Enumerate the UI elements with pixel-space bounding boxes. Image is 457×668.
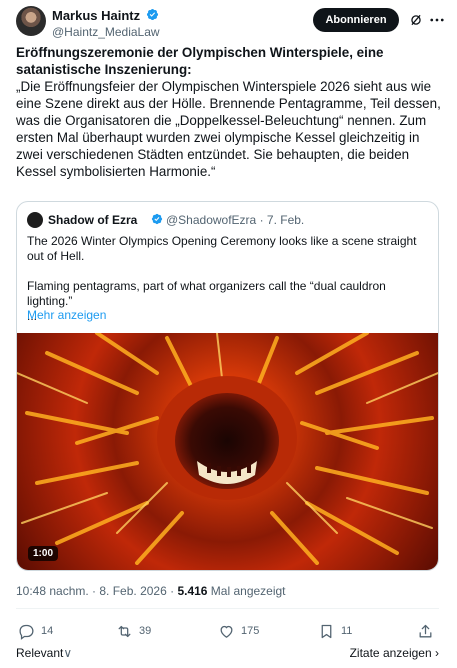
quoted-tweet[interactable]: Shadow of Ezra @ShadowofEzra · 7. Feb. T… <box>16 201 439 571</box>
reply-button[interactable]: 14 <box>18 620 53 642</box>
chevron-right-icon: › <box>435 646 439 660</box>
video-duration: 1:00 <box>28 546 59 561</box>
share-button[interactable] <box>417 620 434 642</box>
author-handle[interactable]: @Haintz_MediaLaw <box>52 25 160 39</box>
action-bar: 14 39 175 11 <box>16 620 439 642</box>
views-label: Mal angezeigt <box>207 584 286 598</box>
repost-icon <box>118 625 131 637</box>
author-name[interactable]: Markus Haintz <box>52 8 140 23</box>
video-thumbnail <box>17 333 438 565</box>
tweet-header: Markus Haintz @Haintz_MediaLaw Abonniere… <box>16 6 446 40</box>
verified-badge-icon <box>146 8 159 21</box>
sort-label: Relevant <box>16 646 64 660</box>
bookmark-count: 11 <box>341 625 353 637</box>
reply-icon <box>19 624 34 640</box>
like-count: 175 <box>241 625 260 637</box>
follow-button[interactable]: Abonnieren <box>313 8 399 32</box>
bookmark-icon <box>321 624 332 638</box>
bookmark-button[interactable]: 11 <box>318 620 352 642</box>
divider <box>16 608 439 609</box>
timestamp-time[interactable]: 10:48 nachm. · 8. Feb. 2026 · <box>16 584 177 598</box>
quote-paragraph: The 2026 Winter Olympics Opening Ceremon… <box>27 234 417 263</box>
tweet-text: Eröffnungszeremonie der Olympischen Wint… <box>16 44 446 180</box>
tweet-timestamp: 10:48 nachm. · 8. Feb. 2026 · 5.416 Mal … <box>16 584 286 598</box>
heart-icon <box>220 625 233 638</box>
quote-avatar[interactable] <box>27 212 43 228</box>
share-icon <box>419 624 432 637</box>
reply-count: 14 <box>41 625 54 637</box>
show-more-link[interactable]: Mehr anzeigen <box>27 308 106 322</box>
views-count: 5.416 <box>177 584 208 598</box>
avatar[interactable] <box>16 6 46 36</box>
tweet-title: Eröffnungszeremonie der Olympischen Wint… <box>16 45 384 77</box>
quote-author-name[interactable]: Shadow of Ezra <box>48 213 137 227</box>
view-quotes-link[interactable]: Zitate anzeigen › <box>350 646 439 660</box>
verified-badge-icon <box>151 213 163 225</box>
reply-footer: Relevant∨ Zitate anzeigen › <box>16 646 439 664</box>
grok-icon[interactable] <box>409 13 423 27</box>
video-player[interactable]: 1:00 <box>17 333 438 570</box>
more-options-icon[interactable] <box>428 11 446 29</box>
quote-paragraph: Flaming pentagrams, part of what organiz… <box>27 279 386 308</box>
like-button[interactable]: 175 <box>218 620 259 642</box>
sort-relevant-dropdown[interactable]: Relevant∨ <box>16 646 72 660</box>
quote-meta: @ShadowofEzra · 7. Feb. <box>166 213 305 227</box>
repost-button[interactable]: 39 <box>116 620 151 642</box>
tweet-body: „Die Eröffnungsfeier der Olympischen Win… <box>16 79 441 179</box>
repost-count: 39 <box>139 625 152 637</box>
view-quotes-label: Zitate anzeigen <box>349 646 432 660</box>
chevron-down-icon: ∨ <box>63 646 73 660</box>
